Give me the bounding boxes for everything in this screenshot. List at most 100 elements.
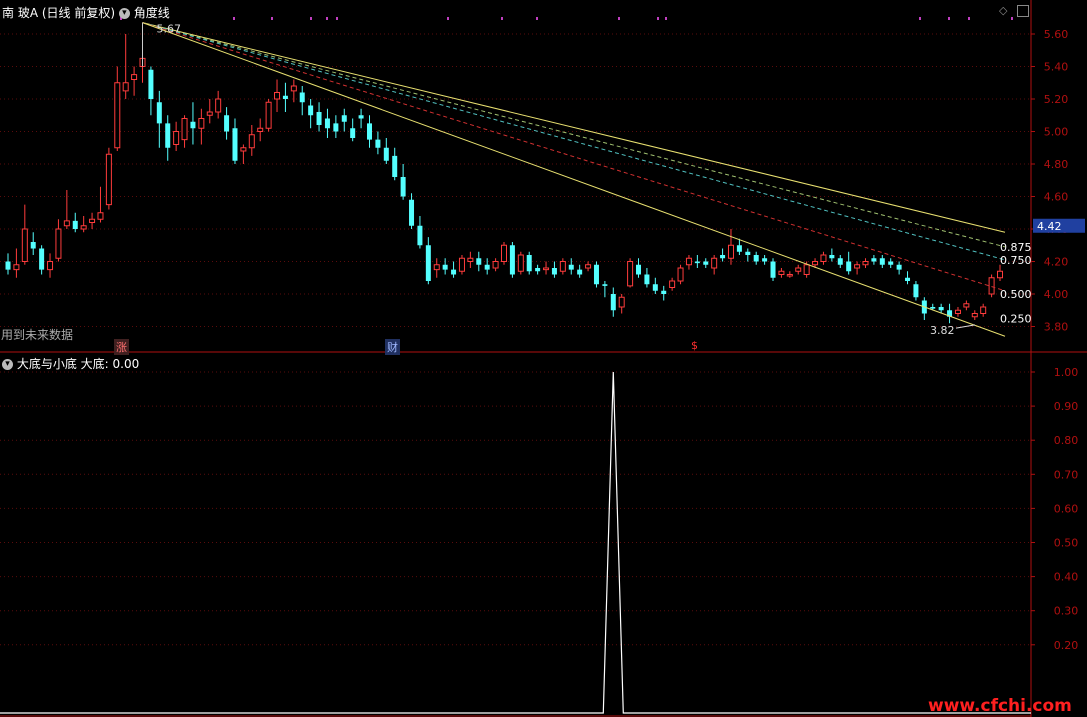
signal-marker (657, 17, 659, 20)
angle-line (142, 22, 1006, 248)
top-chart-header: 南 玻A (日线 前复权) ▾ 角度线 (2, 4, 170, 21)
candle-body (879, 258, 885, 265)
y-tick-label: 0.20 (1054, 639, 1079, 652)
candle-body (526, 255, 532, 272)
candle-body (888, 261, 894, 265)
candle-body (89, 218, 96, 223)
candle-body (181, 118, 188, 141)
candle-body (585, 264, 592, 269)
event-tag-limit-up[interactable]: 涨 (114, 339, 129, 355)
candle-body (383, 147, 389, 161)
candle-body (871, 258, 877, 262)
candle-body (409, 199, 415, 226)
indicator-name[interactable]: 角度线 (134, 6, 170, 20)
candle-body (535, 268, 541, 272)
candle-body (257, 127, 264, 132)
candle-body (543, 267, 550, 271)
candle-body (812, 261, 819, 266)
candle-body (610, 294, 616, 311)
diamond-icon[interactable]: ◇ (999, 5, 1011, 17)
candle-body (711, 257, 718, 269)
candle-body (803, 264, 810, 275)
candle-body (509, 245, 515, 275)
candle-body (720, 255, 726, 259)
candle-body (963, 303, 970, 308)
signal-marker (501, 17, 503, 20)
candle-body (551, 268, 557, 275)
y-tick-label: 0.90 (1054, 400, 1079, 413)
candle-body (644, 274, 650, 285)
candle-body (618, 296, 625, 308)
candle-body (131, 74, 138, 80)
candle-body (938, 307, 944, 311)
candle-body (105, 153, 112, 206)
candle-body (762, 258, 768, 262)
high-price-label: 5.67 (157, 23, 182, 36)
candle-body (63, 220, 70, 227)
candle-body (905, 277, 911, 281)
candle-body (997, 270, 1003, 279)
candle-body (745, 251, 751, 255)
candle-body (492, 261, 499, 269)
candle-body (392, 155, 398, 177)
y-tick-label: 1.00 (1054, 366, 1079, 379)
candle-body (627, 261, 634, 287)
candle-body (685, 257, 692, 266)
candle-body (476, 258, 482, 265)
candle-body (694, 261, 700, 264)
candle-body (451, 269, 457, 275)
future-data-note: 用到未来数据 (1, 328, 74, 342)
candle-body (290, 85, 297, 92)
low-price-label: 3.82 (930, 324, 955, 337)
current-price-label: 4.42 (1037, 220, 1062, 233)
stock-chart: 5.605.405.205.004.804.604.404.204.003.80… (0, 0, 1087, 717)
candle-body (72, 220, 78, 229)
y-tick-label: 0.30 (1054, 605, 1079, 618)
indicator-dropdown-icon[interactable]: ▾ (2, 359, 13, 370)
y-tick-label: 4.20 (1044, 256, 1069, 269)
candle-body (417, 225, 423, 246)
candle-body (265, 101, 272, 129)
y-tick-label: 4.00 (1044, 288, 1069, 301)
signal-marker (271, 17, 273, 20)
signal-marker (968, 17, 970, 20)
candle-body (232, 128, 238, 161)
angle-line (142, 22, 1006, 292)
bottom-indicator-name[interactable]: 大底与小底 (17, 357, 77, 371)
stock-name[interactable]: 南 玻A (2, 6, 38, 20)
candle-body (795, 267, 802, 272)
candle-body (274, 92, 281, 100)
candle-body (829, 255, 835, 259)
signal-marker (447, 17, 449, 20)
y-tick-label: 0.70 (1054, 468, 1079, 481)
candle-body (954, 309, 961, 314)
candle-body (21, 228, 28, 262)
y-tick-label: 4.60 (1044, 191, 1069, 204)
candle-body (517, 254, 524, 272)
candle-body (636, 264, 642, 275)
candle-body (375, 139, 381, 148)
event-tag-finance[interactable]: 财 (385, 339, 400, 355)
y-tick-label: 0.80 (1054, 434, 1079, 447)
candle-body (433, 264, 440, 271)
candle-body (299, 92, 305, 103)
candle-body (425, 245, 431, 281)
signal-marker (618, 17, 620, 20)
series-value-label: 大底: 0.00 (80, 357, 140, 371)
angle-level-label: 0.750 (1000, 254, 1032, 267)
candle-body (5, 261, 11, 270)
candle-body (652, 284, 658, 291)
candle-body (786, 274, 793, 277)
maximize-icon[interactable] (1017, 5, 1029, 17)
y-tick-label: 5.20 (1044, 93, 1069, 106)
candle-body (97, 212, 104, 220)
candle-body (467, 257, 474, 262)
candle-body (854, 264, 861, 269)
candle-body (341, 115, 347, 122)
candle-body (862, 261, 869, 266)
indicator-dropdown-icon[interactable]: ▾ (118, 8, 130, 19)
signal-marker (310, 17, 312, 20)
candle-body (846, 261, 852, 272)
candle-body (198, 118, 205, 129)
event-tag-dividend[interactable]: $ (689, 339, 700, 352)
